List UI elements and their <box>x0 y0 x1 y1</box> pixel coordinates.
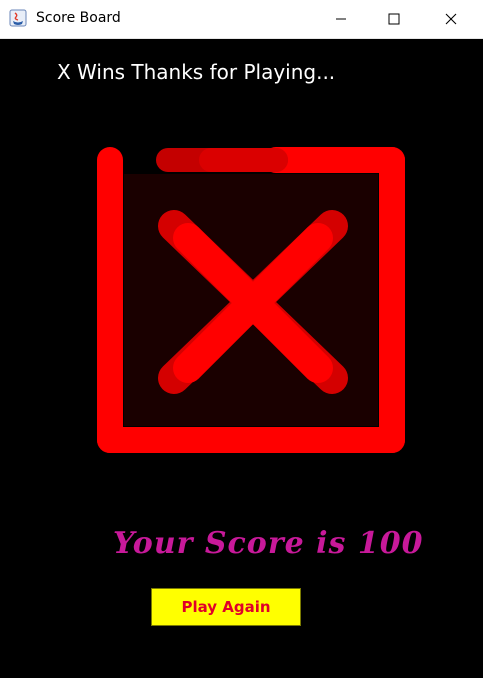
close-button[interactable] <box>428 0 474 38</box>
winner-message: X Wins Thanks for Playing... <box>57 60 336 84</box>
score-board-window: Score Board X Wins Thanks for Playing... <box>0 0 483 678</box>
window-title: Score Board <box>36 10 121 26</box>
close-icon <box>445 13 457 25</box>
title-bar: Score Board <box>0 0 483 39</box>
score-message: Your Score is 100 <box>113 526 424 561</box>
maximize-icon <box>388 13 400 25</box>
minimize-icon <box>336 18 346 20</box>
maximize-button[interactable] <box>371 0 417 38</box>
play-again-button[interactable]: Play Again <box>151 588 301 626</box>
x-mark-icon <box>97 147 405 453</box>
java-app-icon <box>9 9 27 27</box>
minimize-button[interactable] <box>318 0 364 38</box>
